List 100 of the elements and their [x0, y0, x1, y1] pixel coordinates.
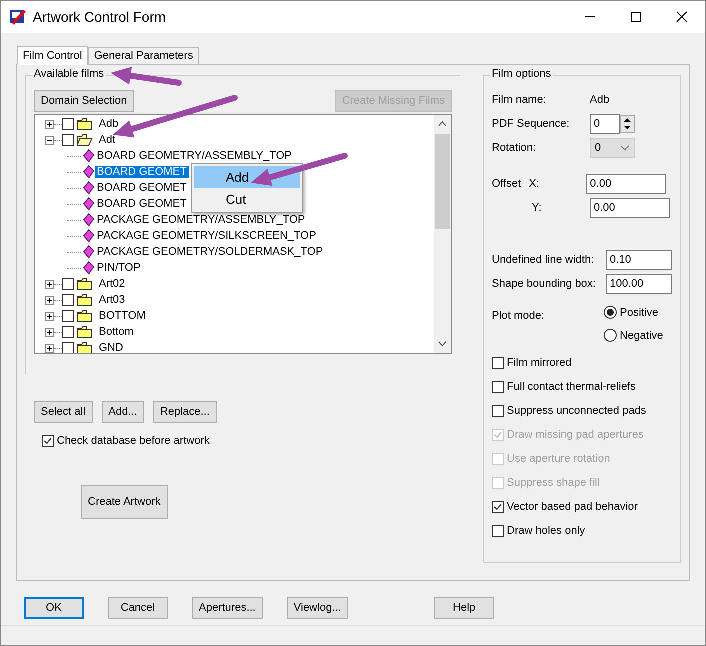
chevron-down-icon: [620, 145, 630, 151]
film-icon: [83, 213, 95, 227]
maximize-icon[interactable]: [630, 11, 642, 23]
checkbox[interactable]: [62, 278, 74, 290]
checkbox-label: Suppress unconnected pads: [507, 405, 646, 417]
action-button[interactable]: Add...: [102, 401, 144, 423]
tree-item[interactable]: BOARD GEOMET: [95, 182, 189, 194]
tree-item[interactable]: PIN/TOP: [95, 262, 143, 274]
checkbox[interactable]: [492, 405, 504, 417]
radio-label: Negative: [620, 330, 664, 342]
checkbox[interactable]: [62, 310, 74, 322]
folder-icon: [77, 293, 93, 307]
tree-item[interactable]: BOTTOM: [97, 310, 148, 322]
tree-item[interactable]: PACKAGE GEOMETRY/ASSEMBLY_TOP: [95, 214, 308, 226]
checkbox-label: Draw missing pad apertures: [507, 429, 644, 441]
tree-item[interactable]: Adt: [97, 134, 118, 146]
film-name-value: Adb: [590, 94, 610, 106]
film-icon: [83, 197, 95, 211]
tab[interactable]: General Parameters: [88, 47, 200, 64]
radio-button[interactable]: [604, 329, 617, 342]
group-title: Available films: [32, 68, 106, 80]
field-label: Offset: [492, 178, 522, 190]
group-title: Film options: [490, 68, 554, 80]
checkbox[interactable]: [492, 501, 504, 513]
checkbox[interactable]: [62, 342, 74, 353]
checkbox-label: Draw holes only: [507, 525, 586, 537]
create-artwork-button[interactable]: Create Artwork: [81, 485, 168, 519]
checkbox-label: Suppress shape fill: [507, 477, 600, 489]
checkbox[interactable]: [492, 525, 504, 537]
expand-icon[interactable]: [45, 280, 54, 288]
folder-icon: [77, 309, 93, 323]
input-field[interactable]: 0: [590, 114, 620, 134]
checkbox-label: Check database before artwork: [57, 435, 210, 447]
action-button[interactable]: Replace...: [153, 401, 217, 423]
input-field[interactable]: 0.00: [586, 174, 666, 194]
dialog-button[interactable]: Viewlog...: [286, 597, 348, 619]
input-field[interactable]: 0.10: [606, 250, 672, 270]
menu-item[interactable]: Cut: [194, 188, 300, 210]
tree-item[interactable]: Art02: [97, 278, 128, 290]
film-icon: [83, 245, 95, 259]
film-icon: [83, 181, 95, 195]
domain-selection-button[interactable]: Domain Selection: [34, 90, 134, 112]
checkbox-label: Film mirrored: [507, 357, 572, 369]
dropdown-value: 0: [595, 142, 602, 154]
checkbox[interactable]: [492, 381, 504, 393]
radio-button[interactable]: [604, 306, 617, 319]
checkbox[interactable]: [62, 118, 74, 130]
film-icon: [83, 149, 95, 163]
film-icon: [83, 261, 95, 275]
folder-icon: [77, 117, 93, 131]
window-title: Artwork Control Form: [33, 9, 168, 25]
action-button[interactable]: Select all: [34, 401, 93, 423]
film-icon: [83, 229, 95, 243]
tree-item[interactable]: Bottom: [97, 326, 136, 338]
tree-item[interactable]: BOARD GEOMETRY/ASSEMBLY_TOP: [95, 150, 294, 162]
field-label: Shape bounding box:: [492, 278, 597, 290]
tree-item[interactable]: BOARD GEOMET: [95, 198, 189, 210]
checkbox-label: Vector based pad behavior: [507, 501, 638, 513]
expand-icon[interactable]: [45, 328, 54, 336]
dialog-button[interactable]: Help: [434, 597, 494, 619]
dialog-button[interactable]: OK: [24, 597, 84, 619]
checkbox[interactable]: [42, 435, 54, 447]
expand-icon[interactable]: [45, 312, 54, 320]
input-field[interactable]: 100.00: [606, 274, 672, 294]
expand-icon[interactable]: [45, 296, 54, 304]
app-icon: [9, 8, 27, 26]
checkbox[interactable]: [492, 357, 504, 369]
checkbox[interactable]: [62, 134, 74, 146]
tree-item[interactable]: Art03: [97, 294, 128, 306]
field-label: Undefined line width:: [492, 254, 596, 266]
expand-icon[interactable]: [45, 120, 54, 128]
collapse-icon[interactable]: [45, 136, 54, 144]
spinner-icon[interactable]: [620, 115, 635, 133]
folder-icon: [77, 277, 93, 291]
field-label: Y:: [532, 202, 543, 214]
close-icon[interactable]: [676, 11, 688, 23]
tree-item[interactable]: PACKAGE GEOMETRY/SOLDERMASK_TOP: [95, 246, 326, 258]
field-label: X:: [529, 178, 541, 190]
folder-icon: [77, 341, 93, 353]
tree-item[interactable]: BOARD GEOMET: [95, 166, 189, 178]
tab[interactable]: Film Control: [17, 46, 88, 65]
field-label: Plot mode:: [492, 310, 546, 322]
dialog-button[interactable]: Apertures...: [192, 597, 263, 619]
dialog-button[interactable]: Cancel: [108, 597, 168, 619]
tree-item[interactable]: Adb: [97, 118, 121, 130]
radio-label: Positive: [620, 306, 659, 318]
field-label: Film name:: [492, 94, 548, 106]
tree-item[interactable]: GND: [97, 342, 126, 353]
scrollbar[interactable]: [434, 115, 451, 353]
annotation-arrow: [111, 67, 182, 86]
checkbox[interactable]: [62, 294, 74, 306]
checkbox-label: Use aperture rotation: [507, 453, 610, 465]
folder-icon: [77, 325, 93, 339]
expand-icon[interactable]: [45, 344, 54, 352]
checkbox[interactable]: [62, 326, 74, 338]
open-folder-icon: [77, 133, 93, 147]
field-label: PDF Sequence:: [492, 118, 571, 130]
input-field[interactable]: 0.00: [590, 198, 670, 218]
tree-item[interactable]: PACKAGE GEOMETRY/SILKSCREEN_TOP: [95, 230, 318, 242]
field-label: Rotation:: [492, 142, 538, 154]
